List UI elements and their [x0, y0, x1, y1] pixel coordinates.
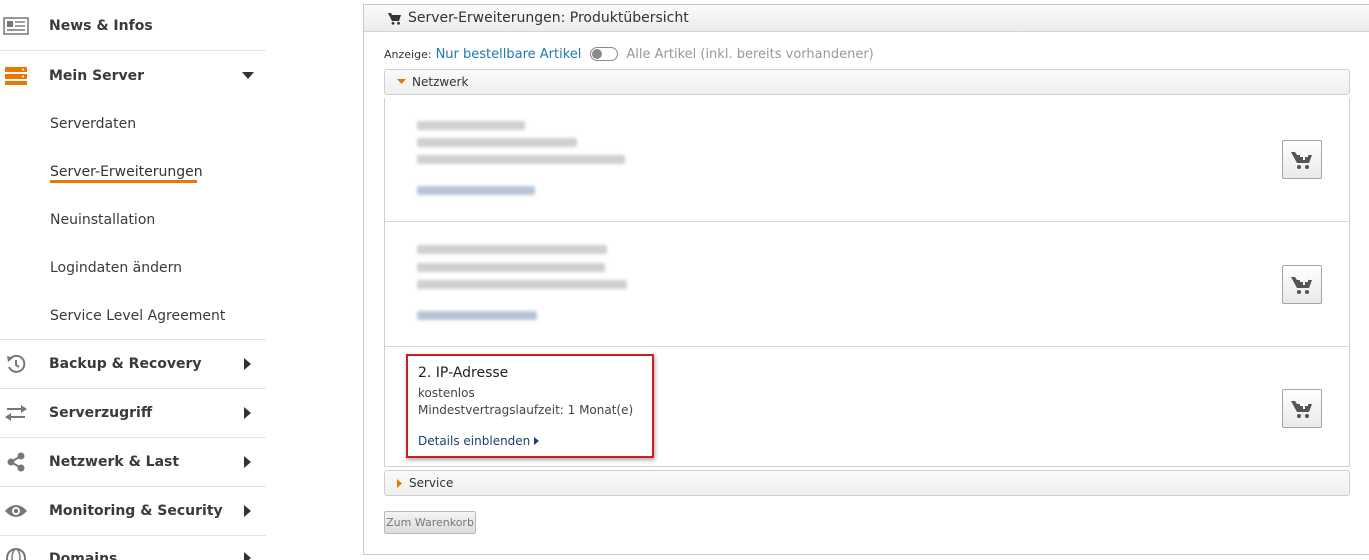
product-title: 2. IP-Adresse [418, 365, 509, 381]
redacted-text [417, 138, 577, 147]
toggle-knob [592, 49, 603, 59]
redacted-link [417, 311, 537, 320]
sidebar-subitem-sla[interactable]: Service Level Agreement [50, 308, 225, 324]
sidebar-item-monitoring[interactable]: Monitoring & Security [0, 487, 266, 536]
redacted-text [417, 245, 607, 254]
cart-icon [388, 12, 402, 25]
section-title: Netzwerk [412, 75, 469, 89]
caret-down-icon [242, 69, 254, 83]
product-price: kostenlos [418, 386, 475, 400]
section-header-service[interactable]: Service [384, 470, 1350, 496]
caret-right-icon [242, 406, 254, 420]
product-item-redacted [385, 223, 1349, 347]
sidebar-item-domains[interactable]: Domains [0, 536, 266, 560]
sidebar-subitem-neuinstallation[interactable]: Neuinstallation [50, 212, 155, 228]
active-indicator [50, 180, 197, 183]
history-icon [2, 352, 30, 376]
page-title: Server-Erweiterungen: Produktübersicht [408, 10, 689, 26]
add-to-cart-button[interactable] [1282, 389, 1322, 428]
caret-right-icon [242, 455, 254, 469]
filter-all-option[interactable]: Alle Artikel (inkl. bereits vorhandener) [626, 47, 873, 62]
section-body-netzwerk: 2. IP-Adresse kostenlos Mindestvertragsl… [384, 98, 1350, 467]
product-item-redacted [385, 98, 1349, 222]
product-overview-panel: Server-Erweiterungen: Produktübersicht A… [363, 4, 1369, 555]
redacted-link [417, 186, 535, 195]
section-header-netzwerk[interactable]: Netzwerk [384, 69, 1350, 95]
filter-label: Anzeige: [384, 47, 432, 61]
caret-right-icon [397, 478, 403, 488]
filter-toggle[interactable] [590, 47, 619, 61]
redacted-text [417, 280, 627, 289]
caret-right-icon [242, 504, 254, 518]
sidebar-item-label: Domains [49, 551, 118, 560]
cart-plus-icon [1291, 275, 1312, 294]
newspaper-icon [2, 14, 30, 38]
caret-right-icon [534, 437, 540, 445]
section-title: Service [409, 476, 454, 490]
filter-orderable-option[interactable]: Nur bestellbare Artikel [436, 47, 582, 62]
sidebar-item-backup[interactable]: Backup & Recovery [0, 340, 266, 389]
sidebar-item-netzwerk[interactable]: Netzwerk & Last [0, 438, 266, 487]
sidebar-subitem-serverdaten[interactable]: Serverdaten [50, 116, 136, 132]
redacted-text [417, 263, 605, 272]
display-filter: Anzeige: Nur bestellbare Artikel Alle Ar… [384, 45, 874, 63]
transfer-arrows-icon [2, 401, 30, 425]
eye-icon [2, 499, 30, 523]
sidebar-item-label: Netzwerk & Last [49, 454, 180, 470]
sidebar-nav: News & Infos Mein Server Serverdaten Ser… [0, 0, 266, 560]
sidebar-item-label: Mein Server [49, 67, 145, 84]
add-to-cart-button[interactable] [1282, 140, 1322, 179]
add-to-cart-button[interactable] [1282, 265, 1322, 304]
sidebar-item-serverzugriff[interactable]: Serverzugriff [0, 389, 266, 438]
caret-right-icon [242, 357, 254, 371]
details-label: Details einblenden [418, 434, 531, 448]
sidebar-subitem-server-erweiterungen[interactable]: Server-Erweiterungen [50, 164, 203, 180]
sidebar-item-label: Monitoring & Security [49, 503, 223, 519]
globe-icon [2, 546, 30, 560]
share-nodes-icon [2, 450, 30, 474]
redacted-text [417, 155, 625, 164]
cart-plus-icon [1291, 399, 1312, 418]
cart-plus-icon [1291, 150, 1312, 169]
sidebar-item-mein-server[interactable]: Mein Server [0, 51, 266, 100]
caret-down-icon [397, 79, 406, 85]
caret-right-icon [242, 551, 254, 560]
redacted-text [417, 121, 525, 130]
sidebar-subitem-logindaten[interactable]: Logindaten ändern [50, 260, 182, 276]
panel-header: Server-Erweiterungen: Produktübersicht [364, 5, 1369, 32]
sidebar-item-label: News & Infos [49, 18, 153, 34]
product-item-ip-address: 2. IP-Adresse kostenlos Mindestvertragsl… [385, 348, 1349, 466]
details-toggle-link[interactable]: Details einblenden [418, 434, 540, 448]
sidebar-item-label: Serverzugriff [49, 405, 153, 421]
sidebar-item-news[interactable]: News & Infos [0, 2, 266, 51]
server-icon [2, 64, 30, 88]
sidebar-item-label: Backup & Recovery [49, 356, 202, 372]
add-to-basket-button[interactable]: Zum Warenkorb [384, 511, 476, 534]
product-contract-term: Mindestvertragslaufzeit: 1 Monat(e) [418, 403, 634, 417]
